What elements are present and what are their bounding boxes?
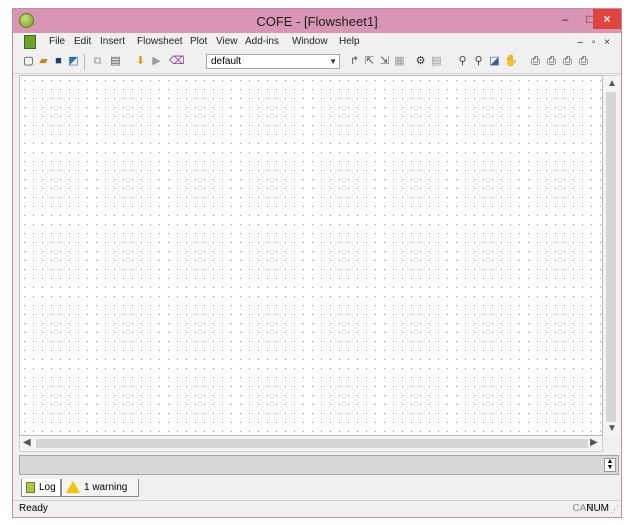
new-icon[interactable]: ▢: [22, 55, 35, 68]
horizontal-scrollbar[interactable]: ◀ ▶: [19, 436, 603, 452]
stream-split-icon[interactable]: ⇱: [363, 55, 376, 68]
scroll-right-icon[interactable]: ▶: [590, 437, 598, 448]
scroll-down-icon[interactable]: ▼: [607, 423, 617, 434]
tab-warning[interactable]: 1 warning: [61, 479, 139, 497]
log-panel[interactable]: ▲ ▼: [19, 455, 619, 475]
status-text: Ready: [19, 503, 48, 514]
eraser-icon[interactable]: ⌫: [169, 55, 185, 68]
scrollbar-corner: [603, 436, 619, 452]
flowsheet-canvas[interactable]: [19, 75, 603, 436]
save-icon[interactable]: ■: [52, 55, 65, 68]
style-combo[interactable]: default ▼: [206, 54, 340, 69]
menu-flowsheet[interactable]: Flowsheet: [137, 36, 183, 47]
toolbar-separator: [84, 54, 85, 70]
window-title: COFE - [Flowsheet1]: [256, 14, 378, 29]
vertical-scrollbar[interactable]: ▲ ▼: [603, 75, 619, 436]
zoom-out-icon[interactable]: ⚲: [472, 55, 485, 68]
tab-log[interactable]: Log: [21, 479, 61, 497]
menu-add-ins[interactable]: Add-ins: [245, 36, 279, 47]
vertical-scroll-thumb[interactable]: [606, 92, 616, 422]
run-icon[interactable]: ▶: [150, 55, 163, 68]
tab-warning-label: 1 warning: [84, 482, 128, 493]
mdi-controls[interactable]: – ▫ ×: [577, 37, 613, 48]
print-icon[interactable]: ⎙: [529, 55, 542, 68]
log-icon: [26, 482, 35, 493]
style-combo-value: default: [211, 56, 242, 67]
settings-icon[interactable]: ⚙: [414, 55, 427, 68]
document-icon[interactable]: [24, 35, 36, 49]
resize-grip-icon[interactable]: ⋰: [610, 504, 619, 515]
spin-updown-icon[interactable]: ▲ ▼: [604, 458, 616, 472]
paste-icon[interactable]: ▤: [109, 55, 122, 68]
status-num-indicator: NUM: [586, 503, 609, 514]
report-icon[interactable]: ▤: [430, 55, 443, 68]
open-icon[interactable]: ▰: [37, 55, 50, 68]
menu-help[interactable]: Help: [339, 36, 360, 47]
menu-file[interactable]: File: [49, 36, 65, 47]
stream-icon[interactable]: ↱: [348, 55, 361, 68]
save-as-icon[interactable]: ◩: [67, 55, 80, 68]
grid-icon[interactable]: ▦: [393, 55, 406, 68]
scroll-up-icon[interactable]: ▲: [607, 78, 617, 89]
zoom-in-icon[interactable]: ⚲: [456, 55, 469, 68]
menu-window[interactable]: Window: [292, 36, 328, 47]
title-bar[interactable]: COFE - [Flowsheet1] – □ ×: [13, 9, 621, 33]
copy-icon[interactable]: ⧉: [91, 55, 104, 68]
print-preview-icon[interactable]: ⎙: [545, 55, 558, 68]
stream-join-icon[interactable]: ⇲: [378, 55, 391, 68]
import-icon[interactable]: ⬇: [134, 55, 147, 68]
print-all-icon[interactable]: ⎙: [577, 55, 590, 68]
minimize-button[interactable]: –: [554, 9, 576, 29]
pan-icon[interactable]: ✋: [504, 55, 518, 68]
scroll-left-icon[interactable]: ◀: [23, 437, 31, 448]
warning-icon: [66, 481, 80, 493]
menu-edit[interactable]: Edit: [74, 36, 91, 47]
toolbar: ▢ ▰ ■ ◩ ⧉ ▤ ⬇ ▶ ⌫ default ▼ ↱ ⇱ ⇲ ▦ ⚙ ▤ …: [13, 51, 621, 74]
print-setup-icon[interactable]: ⎙: [561, 55, 574, 68]
menu-bar: File Edit Insert Flowsheet Plot View Add…: [13, 33, 621, 51]
status-bar: Ready CAP NUM ⋰: [13, 500, 621, 517]
tab-log-label: Log: [39, 482, 56, 493]
horizontal-scroll-thumb[interactable]: [36, 439, 588, 448]
menu-plot[interactable]: Plot: [190, 36, 207, 47]
close-button[interactable]: ×: [593, 9, 621, 29]
chevron-down-icon[interactable]: ▼: [329, 55, 337, 68]
menu-view[interactable]: View: [216, 36, 238, 47]
menu-insert[interactable]: Insert: [100, 36, 125, 47]
main-window: COFE - [Flowsheet1] – □ × File Edit Inse…: [12, 8, 622, 518]
zoom-fit-icon[interactable]: ◪: [488, 55, 501, 68]
